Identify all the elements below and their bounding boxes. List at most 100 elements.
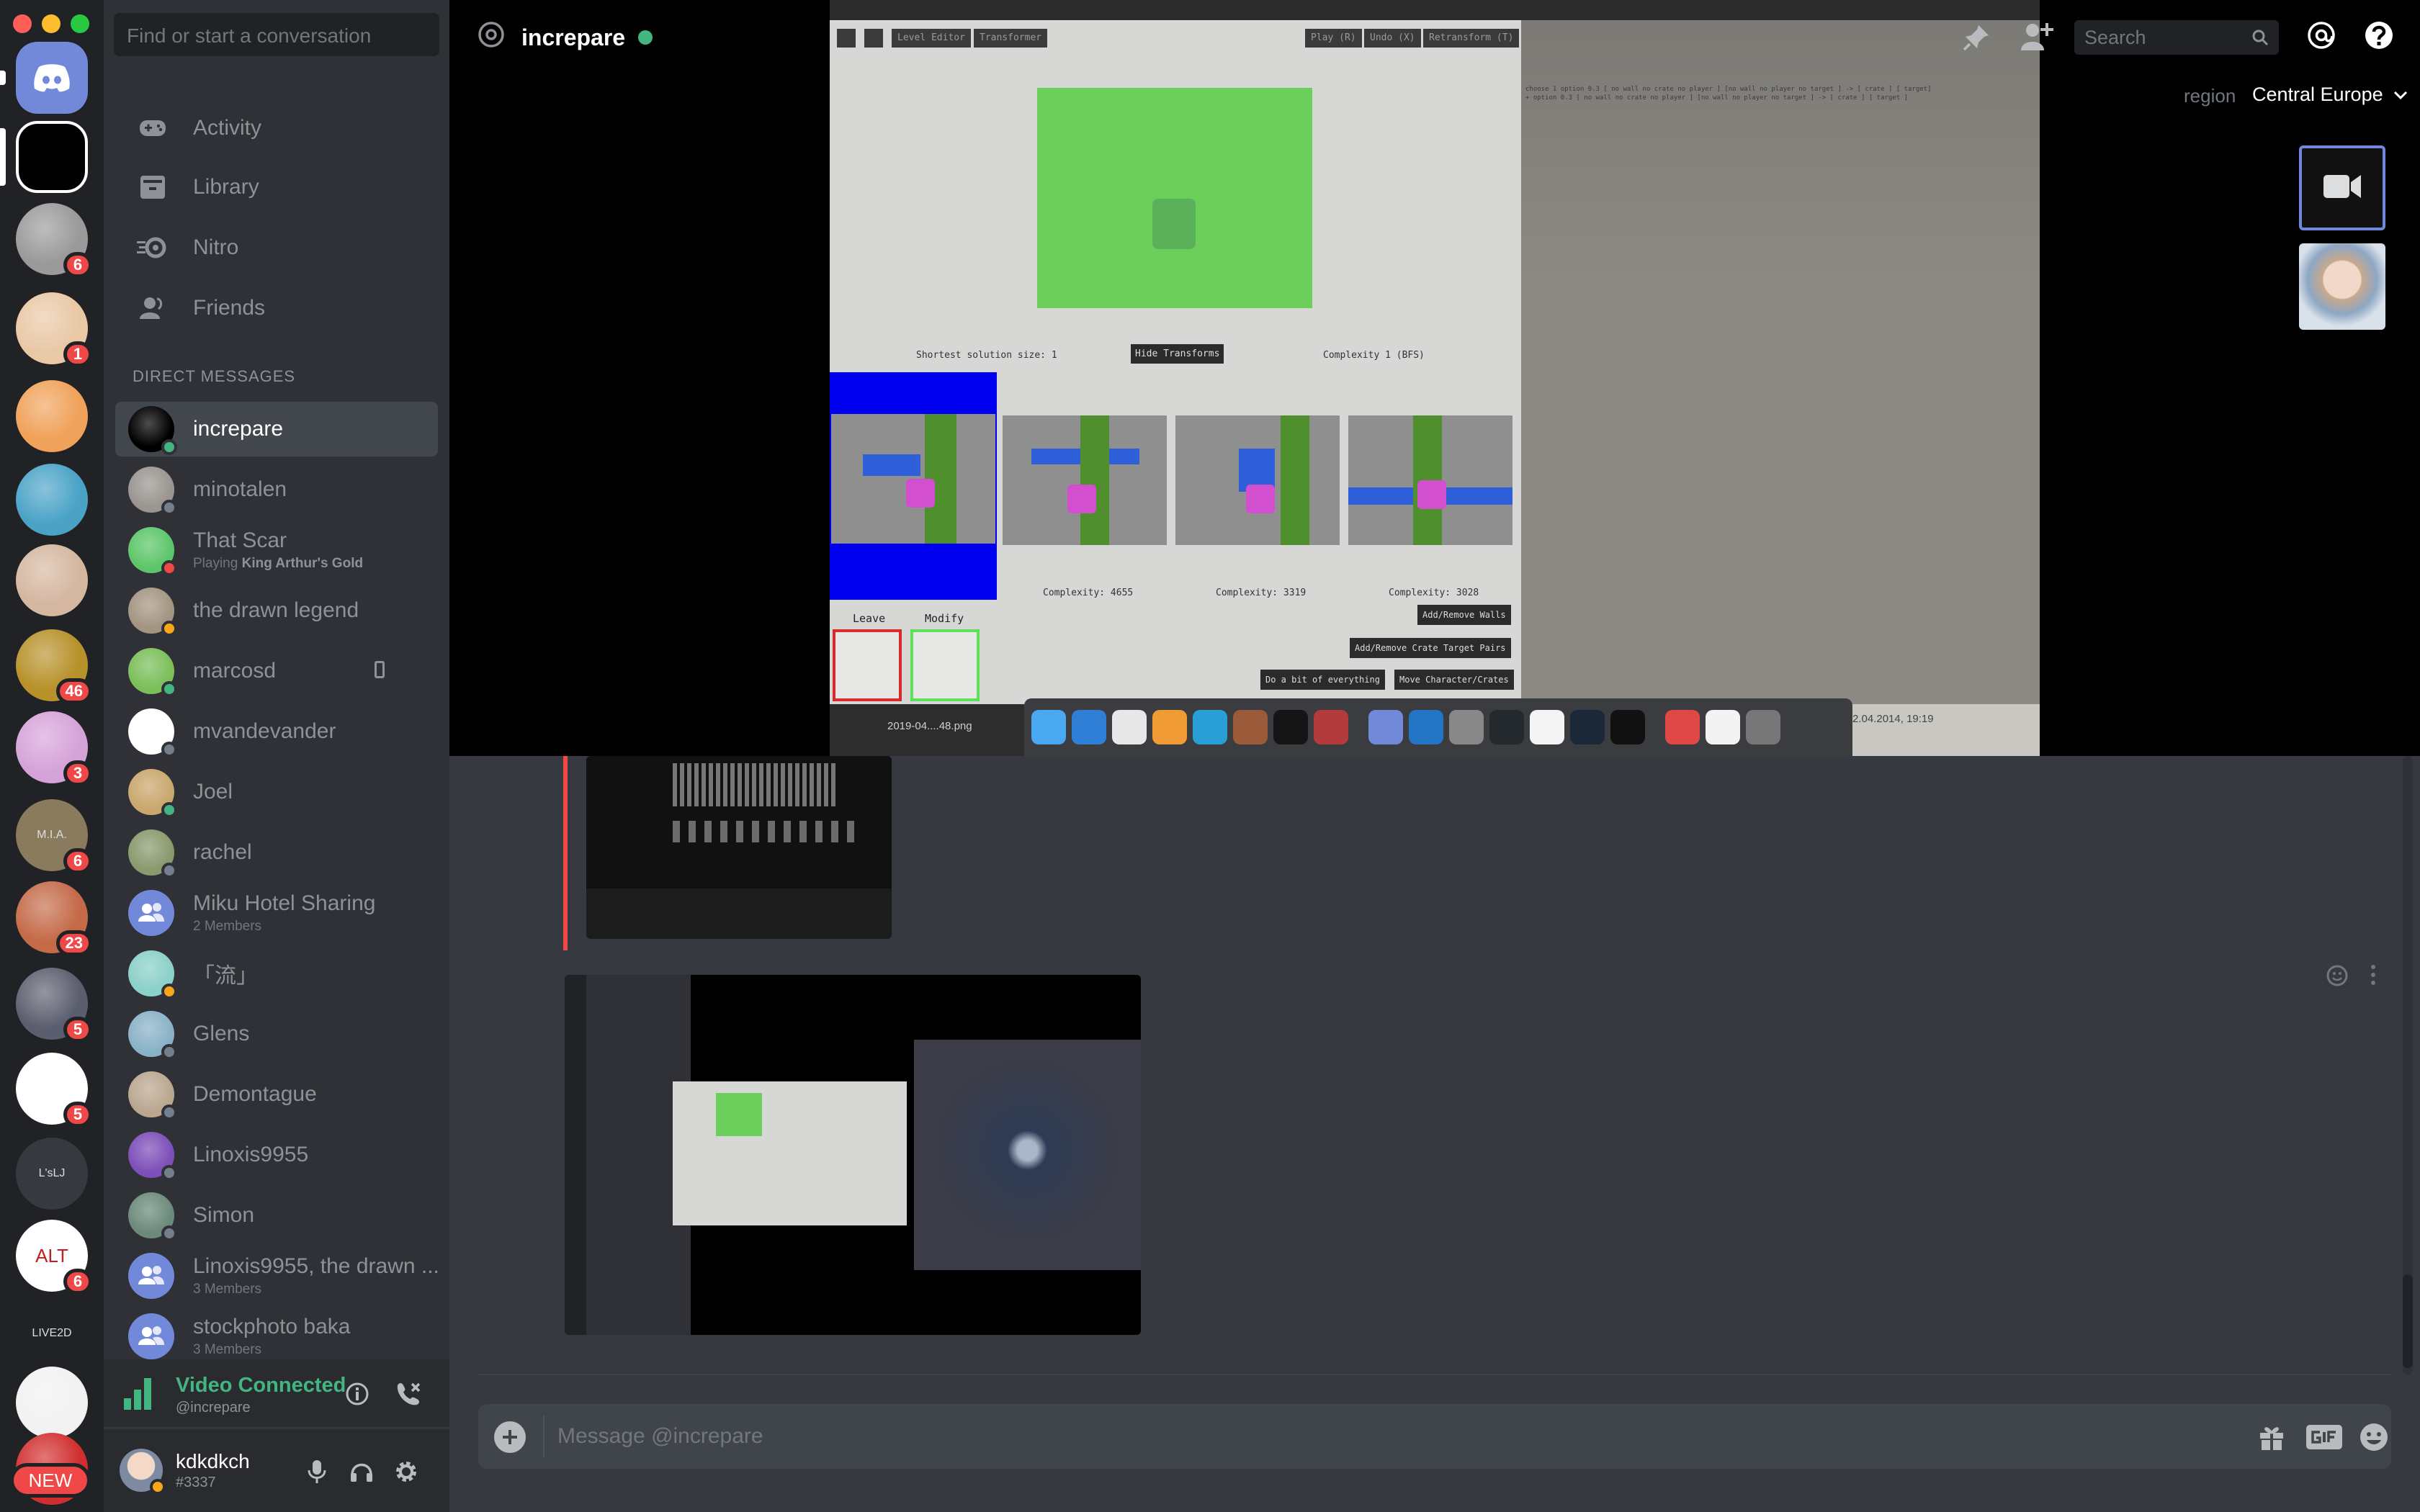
headphones-icon[interactable] — [347, 1457, 376, 1486]
message-composer — [478, 1404, 2391, 1469]
dm-item[interactable]: Linoxis9955 — [115, 1128, 438, 1182]
dm-item[interactable]: 「流」 — [115, 946, 438, 1001]
dm-name: Simon — [193, 1203, 255, 1227]
level-preview — [1037, 88, 1312, 308]
screen-share-stream[interactable]: choose 1 option 0.3 [ no wall no crate n… — [830, 0, 2040, 756]
dm-item[interactable]: rachel — [115, 825, 438, 880]
gif-icon[interactable] — [2305, 1423, 2344, 1452]
dm-item[interactable]: mvandevander — [115, 704, 438, 759]
status-dot — [161, 1165, 177, 1181]
server-icon[interactable]: 1 — [16, 292, 92, 367]
dm-item[interactable]: Simon — [115, 1188, 438, 1243]
gift-icon[interactable] — [2254, 1420, 2289, 1454]
add-reaction-icon[interactable] — [2323, 960, 2352, 989]
transformer-tab: Transformer — [974, 29, 1048, 48]
server-icon[interactable]: 5 — [16, 1053, 92, 1128]
region-select[interactable]: Central Europe — [2252, 84, 2408, 106]
dm-item[interactable]: minotalen — [115, 462, 438, 517]
dm-name: marcosd — [193, 659, 277, 683]
nav-friends[interactable]: Friends — [115, 281, 438, 336]
more-options-icon[interactable] — [2362, 960, 2384, 989]
dm-item[interactable]: Miku Hotel Sharing 2 Members — [115, 886, 438, 940]
server-icon[interactable]: 6 — [16, 203, 92, 278]
minimize-window-button[interactable] — [42, 14, 60, 33]
message-input[interactable] — [557, 1418, 2214, 1454]
server-icon[interactable] — [16, 380, 88, 452]
terminal-screenshot-attachment[interactable] — [586, 756, 892, 939]
dm-name: rachel — [193, 840, 252, 864]
server-icon[interactable]: M.I.A. 6 — [16, 799, 92, 874]
emoji-icon[interactable] — [2357, 1420, 2391, 1454]
status-dot — [161, 742, 177, 757]
nav-label: Friends — [193, 296, 266, 320]
status-dot — [161, 1044, 177, 1060]
dm-item[interactable]: increpare — [115, 402, 438, 456]
dm-item[interactable]: the drawn legend — [115, 583, 438, 638]
pin-icon[interactable] — [1959, 19, 1995, 55]
hide-transforms-button: Hide Transforms — [1131, 344, 1224, 364]
server-icon[interactable]: 23 — [16, 881, 92, 956]
dm-item[interactable]: Demontague — [115, 1067, 438, 1122]
discord-screenshot-attachment[interactable] — [565, 975, 1141, 1335]
dm-item[interactable]: Glens — [115, 1007, 438, 1061]
mac-dock — [1024, 698, 1852, 756]
nav-label: Activity — [193, 116, 262, 140]
dm-sidebar: Find or start a conversation Activity Li… — [104, 0, 449, 1512]
server-icon[interactable]: 5 — [16, 968, 92, 1043]
dm-name: the drawn legend — [193, 598, 359, 622]
dm-item[interactable]: marcosd — [115, 644, 438, 698]
participant-video-tile[interactable] — [2299, 243, 2385, 330]
server-icon[interactable] — [16, 1367, 88, 1439]
mention-badge: 6 — [63, 1269, 92, 1295]
dm-item[interactable]: Linoxis9955, the drawn ... 3 Members — [115, 1248, 439, 1303]
header-search-input[interactable]: Search — [2074, 20, 2279, 55]
server-icon[interactable]: 46 — [16, 629, 92, 704]
mention-badge: 6 — [63, 252, 92, 278]
close-window-button[interactable] — [13, 14, 32, 33]
zoom-window-button[interactable] — [71, 14, 89, 33]
settings-gear-icon[interactable] — [392, 1457, 421, 1486]
region-value: Central Europe — [2252, 84, 2383, 105]
stream-console-pane: choose 1 option 0.3 [ no wall no crate n… — [1521, 20, 2040, 704]
transform-grid — [831, 414, 995, 544]
dm-name: That Scar — [193, 528, 287, 552]
disconnect-call-icon[interactable] — [392, 1378, 424, 1410]
group-dm-icon — [128, 890, 174, 936]
dm-name: increpare — [193, 417, 284, 441]
add-friend-to-dm-icon[interactable] — [2017, 16, 2057, 56]
server-icon[interactable]: ALT 6 — [16, 1220, 92, 1295]
server-icon[interactable] — [0, 42, 88, 114]
leave-label: Leave — [853, 612, 886, 625]
self-camera-tile[interactable] — [2299, 145, 2385, 230]
play-button: Play (R) — [1305, 29, 1362, 48]
modify-label: Modify — [925, 612, 964, 625]
server-icon[interactable]: 3 — [16, 711, 92, 786]
upload-plus-icon[interactable] — [494, 1421, 526, 1453]
user-avatar[interactable] — [120, 1449, 166, 1495]
status-dot — [161, 439, 177, 455]
nav-activity[interactable]: Activity — [115, 101, 438, 156]
nav-library[interactable]: Library — [115, 160, 438, 215]
server-icon[interactable] — [16, 464, 88, 536]
nav-nitro[interactable]: Nitro — [115, 220, 438, 275]
server-icon[interactable]: LIVE2D — [16, 1297, 88, 1369]
live2d-avatar-icon: LIVE2D — [16, 1297, 88, 1369]
scrollbar-thumb[interactable] — [2403, 1274, 2413, 1368]
help-icon[interactable] — [2361, 17, 2397, 53]
server-icon[interactable] — [0, 121, 88, 193]
mentions-icon[interactable] — [2303, 17, 2339, 53]
dm-item[interactable]: stockphoto baka 3 Members — [115, 1309, 438, 1364]
status-dot — [161, 621, 177, 636]
dm-item[interactable]: Joel — [115, 765, 438, 819]
avatar — [128, 588, 177, 636]
server-icon[interactable]: L'sLJ — [16, 1138, 88, 1210]
server-icon[interactable] — [16, 544, 88, 616]
dm-item[interactable]: That Scar Playing King Arthur's Gold — [115, 523, 438, 577]
find-conversation-input[interactable]: Find or start a conversation — [114, 13, 439, 56]
nav-label: Nitro — [193, 235, 239, 259]
microphone-icon[interactable] — [302, 1457, 331, 1486]
dm-name: Linoxis9955 — [193, 1143, 309, 1166]
connection-info-icon[interactable] — [343, 1380, 372, 1408]
dm-name: Linoxis9955, the drawn ... — [193, 1254, 439, 1278]
message-scrollbar[interactable] — [2403, 756, 2413, 1375]
